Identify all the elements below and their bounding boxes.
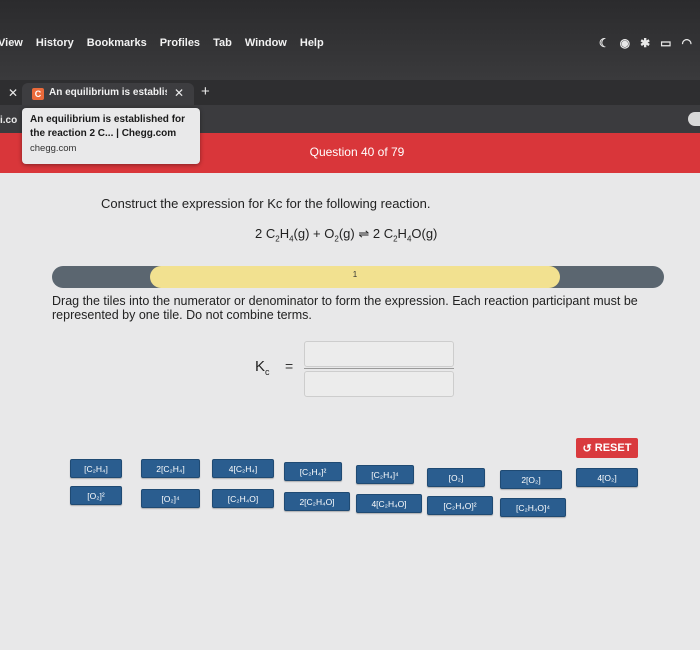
bluetooth-icon[interactable]: ✱ [640, 36, 650, 50]
wifi-icon[interactable]: ◠ [682, 36, 692, 50]
question-instruction: Construct the expression for Kc for the … [101, 196, 431, 211]
fraction-line [304, 368, 454, 369]
menu-tab[interactable]: Tab [213, 37, 232, 49]
tile[interactable]: 2[C₂H₄O] [284, 492, 350, 511]
denominator-dropzone[interactable] [304, 371, 454, 397]
tile[interactable]: [C₂H₄]² [284, 462, 342, 481]
menu-items: View History Bookmarks Profiles Tab Wind… [0, 37, 337, 49]
kc-label: Kc [255, 358, 270, 377]
reset-label: RESET [594, 442, 632, 454]
tile[interactable]: 2[C₂H₄] [141, 459, 200, 478]
drag-instructions: Drag the tiles into the numerator or den… [52, 294, 638, 322]
status-icons: ☾ ◉ ✱ ▭ ◠ [599, 36, 692, 50]
tile[interactable]: [O₂]⁴ [141, 489, 200, 508]
tab-strip: ✕ C An equilibrium is established fo ✕ + [0, 80, 700, 105]
undo-icon: ↺ [582, 442, 592, 455]
tab-tooltip: An equilibrium is established for the re… [22, 108, 200, 164]
menu-profiles[interactable]: Profiles [160, 37, 200, 49]
tile[interactable]: 2[O₂] [500, 470, 562, 489]
record-icon[interactable]: ◉ [620, 36, 630, 50]
tab-active[interactable]: C An equilibrium is established fo ✕ [22, 83, 194, 105]
tile[interactable]: [O₂] [427, 468, 485, 487]
tile[interactable]: [C₂H₄]⁴ [356, 465, 414, 484]
tile[interactable]: [C₂H₄] [70, 459, 122, 478]
tile[interactable]: [C₂H₄O]² [427, 496, 493, 515]
tile[interactable]: 4[C₂H₄] [212, 459, 274, 478]
equilibrium-arrow-icon: ⇌ [358, 226, 370, 241]
battery-icon[interactable]: ▭ [660, 36, 671, 50]
reaction-equation: 2 C2H4(g) + O2(g) ⇌ 2 C2H4O(g) [255, 226, 438, 244]
menu-view[interactable]: View [0, 37, 23, 49]
numerator-dropzone[interactable] [304, 341, 454, 367]
tile[interactable]: 4[O₂] [576, 468, 638, 487]
menu-history[interactable]: History [36, 37, 74, 49]
menu-bar: View History Bookmarks Profiles Tab Wind… [0, 0, 700, 80]
tooltip-title: An equilibrium is established for the re… [30, 114, 186, 139]
menu-help[interactable]: Help [300, 37, 324, 49]
moon-icon[interactable]: ☾ [599, 36, 610, 50]
new-tab-icon[interactable]: + [201, 83, 210, 100]
tab-title: An equilibrium is established fo [49, 87, 167, 98]
content-area [0, 173, 700, 650]
chegg-favicon-icon: C [32, 88, 44, 100]
menu-bookmarks[interactable]: Bookmarks [87, 37, 147, 49]
menu-window[interactable]: Window [245, 37, 287, 49]
reset-button[interactable]: ↺ RESET [576, 438, 638, 458]
previous-tab-stub: i.co [0, 115, 18, 126]
toolbar-right-stub [688, 112, 700, 126]
tab-close-icon[interactable]: ✕ [174, 86, 184, 100]
equals-sign: = [285, 358, 294, 374]
progress-step: 1 [352, 270, 358, 279]
tooltip-url: chegg.com [30, 143, 77, 154]
tile[interactable]: [C₂H₄O]⁴ [500, 498, 566, 517]
close-icon[interactable]: ✕ [8, 86, 18, 100]
tile[interactable]: [C₂H₄O] [212, 489, 274, 508]
tile[interactable]: [O₂]² [70, 486, 122, 505]
tile[interactable]: 4[C₂H₄O] [356, 494, 422, 513]
